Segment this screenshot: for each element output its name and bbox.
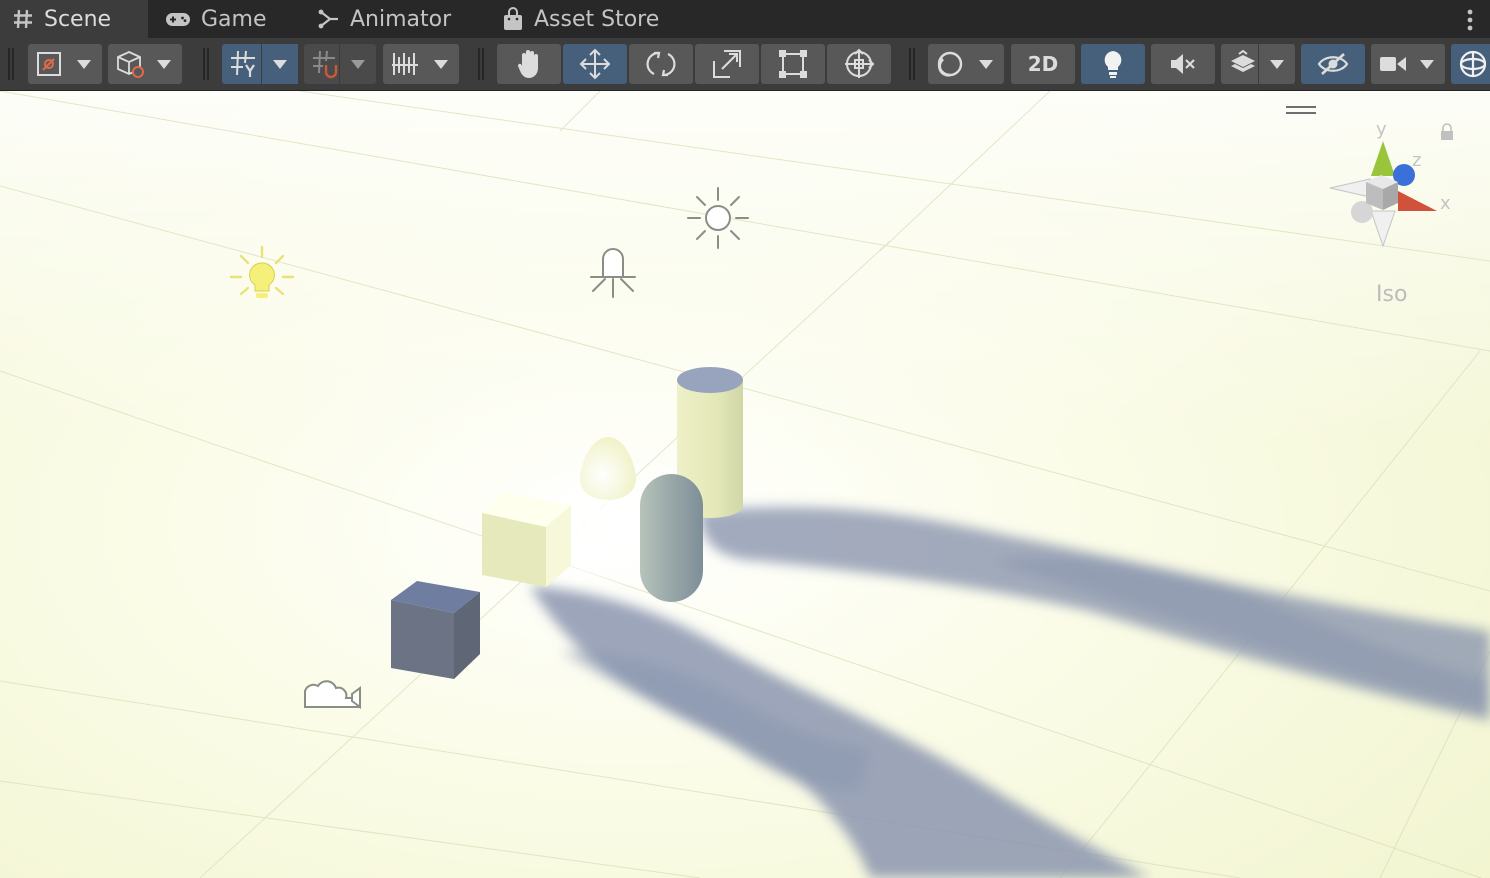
tab-animator-label: Animator — [350, 6, 452, 32]
tab-scene[interactable]: Scene — [0, 0, 148, 38]
scene-view-canvas[interactable]: y z x — [0, 91, 1490, 878]
gizmos-toggle[interactable] — [1451, 44, 1490, 84]
scene-effects-dropdown[interactable] — [1221, 44, 1295, 84]
draw-mode-dropdown[interactable] — [928, 44, 1004, 84]
chevron-down-icon — [423, 44, 459, 84]
grid-snapping-toggle[interactable] — [304, 44, 376, 84]
animator-icon — [318, 9, 338, 29]
eye-slash-icon — [1317, 53, 1349, 75]
toolbar-grip[interactable] — [203, 48, 209, 80]
tab-game[interactable]: Game — [165, 0, 267, 38]
chevron-down-icon — [1409, 44, 1445, 84]
gamepad-icon — [166, 13, 190, 26]
capsule-object — [640, 474, 703, 602]
sky-fade — [0, 91, 1490, 878]
chevron-down-icon — [968, 44, 1004, 84]
chevron-down-icon — [66, 44, 102, 84]
directional-light-icon[interactable] — [687, 187, 749, 249]
video-camera-icon — [1380, 57, 1406, 71]
scene-toolbar: 2D — [0, 38, 1490, 91]
gizmo-y-label: y — [1376, 119, 1387, 140]
projection-mode-label[interactable]: Iso — [1376, 282, 1407, 307]
tool-handle-position-dropdown[interactable] — [28, 44, 102, 84]
rect-tool-button[interactable] — [761, 44, 825, 84]
rect-transform-icon — [779, 50, 807, 78]
tab-asset-store-label: Asset Store — [534, 6, 660, 32]
scale-box-icon — [713, 50, 741, 78]
light-cube — [482, 492, 571, 587]
gizmo-x-label: x — [1440, 193, 1451, 214]
toolbar-grip[interactable] — [909, 48, 915, 80]
shaded-sphere-icon — [937, 51, 963, 77]
chevron-down-icon — [146, 44, 182, 84]
move-arrows-icon — [579, 48, 611, 80]
2d-mode-toggle[interactable]: 2D — [1011, 44, 1075, 84]
scene-camera-dropdown[interactable] — [1371, 44, 1445, 84]
chevron-down-icon — [1258, 44, 1295, 84]
rotate-tool-button[interactable] — [629, 44, 693, 84]
layers-effects-icon — [1231, 50, 1255, 72]
tab-scene-label: Scene — [44, 6, 112, 32]
tab-game-label: Game — [201, 6, 267, 32]
scale-tool-button[interactable] — [695, 44, 759, 84]
gizmo-z-label: z — [1412, 150, 1421, 171]
increment-snapping-dropdown[interactable] — [383, 44, 459, 84]
window-tab-bar: Scene Game Animator Asset Store — [0, 0, 1490, 38]
tab-animator[interactable]: Animator — [318, 0, 451, 38]
ruler-icon — [392, 53, 418, 75]
dark-cube — [391, 581, 480, 679]
grid-y-icon — [231, 50, 255, 77]
local-cube-icon — [117, 51, 144, 78]
light-bulb-icon — [1104, 51, 1122, 78]
move-tool-button[interactable] — [563, 44, 627, 84]
rotate-arrows-icon — [646, 51, 676, 77]
speaker-muted-icon — [1171, 54, 1195, 74]
chevron-down-icon — [261, 44, 298, 84]
grid-snap-magnet-icon — [313, 50, 338, 79]
hand-icon — [517, 50, 538, 78]
view-tool-button[interactable] — [497, 44, 561, 84]
scene-audio-toggle[interactable] — [1151, 44, 1215, 84]
hidden-objects-toggle[interactable] — [1301, 44, 1365, 84]
transform-icon — [845, 48, 875, 78]
grid-visibility-toggle[interactable] — [222, 44, 298, 84]
more-options-icon[interactable] — [1464, 7, 1476, 33]
transform-tool-button[interactable] — [827, 44, 891, 84]
gizmo-globe-icon — [1459, 50, 1487, 78]
2d-mode-label: 2D — [1027, 52, 1059, 76]
chevron-down-icon — [339, 44, 376, 84]
shopping-bag-icon — [504, 7, 522, 30]
toolbar-grip[interactable] — [8, 48, 14, 80]
scene-viewport[interactable]: y z x Iso — [0, 91, 1490, 878]
tool-handle-rotation-dropdown[interactable] — [108, 44, 182, 84]
tab-asset-store[interactable]: Asset Store — [502, 0, 659, 38]
pivot-handle-icon — [37, 52, 61, 76]
toolbar-grip[interactable] — [478, 48, 484, 80]
scene-lighting-toggle[interactable] — [1081, 44, 1145, 84]
hash-icon — [14, 9, 32, 29]
